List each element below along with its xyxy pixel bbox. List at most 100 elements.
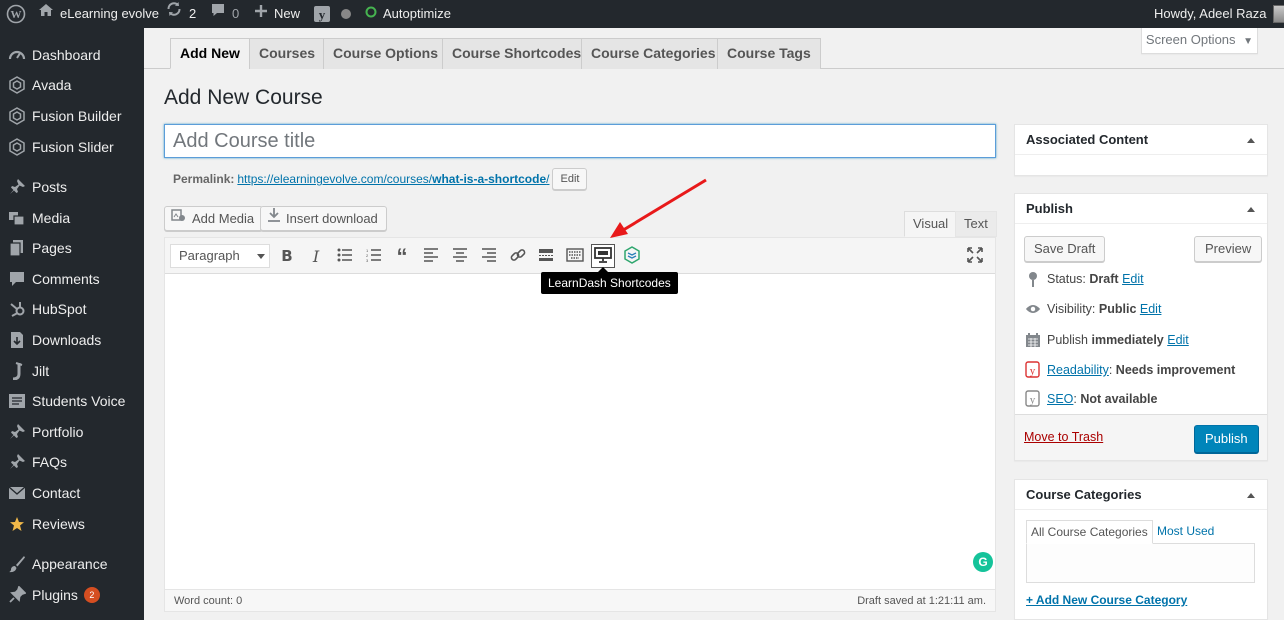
readability-link[interactable]: Readability xyxy=(1047,363,1109,377)
tab-courses[interactable]: Courses xyxy=(249,38,326,69)
read-more-button[interactable] xyxy=(534,244,558,268)
tab-all-course-categories[interactable]: All Course Categories xyxy=(1026,520,1153,544)
seo-value: Not available xyxy=(1080,392,1158,406)
align-center-button[interactable] xyxy=(448,244,472,268)
tab-course-shortcodes[interactable]: Course Shortcodes xyxy=(442,38,592,69)
tab-course-categories[interactable]: Course Categories xyxy=(581,38,726,69)
italic-button[interactable]: I xyxy=(304,244,328,268)
bold-button[interactable]: B xyxy=(275,244,299,268)
course-categories-header[interactable]: Course Categories xyxy=(1015,480,1267,510)
sidebar-item-label: Avada xyxy=(32,77,72,93)
tab-course-tags[interactable]: Course Tags xyxy=(717,38,821,69)
insert-link-button[interactable] xyxy=(506,244,530,268)
insert-download-label: Insert download xyxy=(286,211,378,226)
publish-button[interactable]: Publish xyxy=(1194,425,1259,453)
fullscreen-button[interactable] xyxy=(963,244,987,268)
save-draft-button[interactable]: Save Draft xyxy=(1024,236,1106,262)
blockquote-button[interactable]: “ xyxy=(390,244,414,268)
align-right-icon xyxy=(481,247,497,265)
status-row: Status: Draft Edit xyxy=(1025,271,1144,287)
site-name-link[interactable]: eLearning evolve xyxy=(38,0,159,28)
sidebar-item-posts[interactable]: Posts xyxy=(0,172,144,202)
tab-text[interactable]: Text xyxy=(955,211,997,237)
updates-link[interactable]: 2 xyxy=(165,0,196,28)
collapse-toggle-icon[interactable] xyxy=(1247,207,1255,212)
sidebar-item-reviews[interactable]: Reviews xyxy=(0,509,144,539)
align-left-button[interactable] xyxy=(419,244,443,268)
layers-button[interactable] xyxy=(620,244,644,268)
tab-visual[interactable]: Visual xyxy=(904,211,958,237)
bullet-list-icon xyxy=(337,248,353,265)
readability-value: Needs improvement xyxy=(1115,363,1236,377)
associated-content-header[interactable]: Associated Content xyxy=(1015,125,1267,155)
sidebar-item-fusion-slider[interactable]: Fusion Slider xyxy=(0,132,144,162)
sidebar-item-pages[interactable]: Pages xyxy=(0,233,144,263)
home-icon xyxy=(38,0,54,28)
screen-options-button[interactable]: Screen Options ▼ xyxy=(1141,28,1258,54)
permalink-edit-button[interactable]: Edit xyxy=(552,168,588,190)
sidebar-item-jilt[interactable]: Jilt xyxy=(0,356,144,386)
schedule-edit-link[interactable]: Edit xyxy=(1167,333,1189,347)
updates-icon xyxy=(165,0,183,28)
sidebar-item-appearance[interactable]: Appearance xyxy=(0,549,144,579)
tab-course-options[interactable]: Course Options xyxy=(323,38,449,69)
sidebar-item-hubspot[interactable]: HubSpot xyxy=(0,294,144,324)
sidebar-item-plugins[interactable]: Plugins 2 xyxy=(0,580,144,610)
permalink-label: Permalink: xyxy=(173,172,235,186)
move-to-trash-link[interactable]: Move to Trash xyxy=(1024,430,1103,444)
sidebar-item-label: Fusion Slider xyxy=(32,139,114,155)
tab-most-used[interactable]: Most Used xyxy=(1157,520,1214,544)
publish-header[interactable]: Publish xyxy=(1015,194,1267,224)
editor-content-area[interactable] xyxy=(165,274,995,589)
add-media-button[interactable]: Add Media xyxy=(164,206,264,231)
new-label: New xyxy=(274,6,301,21)
howdy-text: Howdy, Adeel Raza xyxy=(1154,6,1267,21)
draft-saved-status: Draft saved at 1:21:11 am. xyxy=(857,595,986,607)
sidebar-item-comments[interactable]: Comments xyxy=(0,264,144,294)
insert-download-button[interactable]: Insert download xyxy=(260,206,387,231)
status-edit-link[interactable]: Edit xyxy=(1122,272,1144,286)
svg-text:y: y xyxy=(1030,365,1036,377)
add-new-course-category-link[interactable]: + Add New Course Category xyxy=(1026,593,1187,607)
svg-text:3: 3 xyxy=(366,258,369,262)
permalink-link[interactable]: https://elearningevolve.com/courses/what… xyxy=(237,172,549,186)
updates-count: 2 xyxy=(189,6,197,21)
sidebar-item-avada[interactable]: Avada xyxy=(0,70,144,100)
visibility-edit-link[interactable]: Edit xyxy=(1140,302,1162,316)
tab-add-new[interactable]: Add New xyxy=(170,38,250,69)
sidebar-item-label: Portfolio xyxy=(32,424,84,440)
sidebar-item-faqs[interactable]: FAQs xyxy=(0,447,144,477)
collapse-toggle-icon[interactable] xyxy=(1247,493,1255,498)
sidebar-item-dashboard[interactable]: Dashboard xyxy=(0,40,144,70)
bullet-list-button[interactable] xyxy=(333,244,357,268)
sidebar-item-media[interactable]: Media xyxy=(0,203,144,233)
preview-button[interactable]: Preview xyxy=(1194,236,1263,262)
wordpress-logo-icon[interactable]: W xyxy=(6,0,26,28)
sidebar-item-contact[interactable]: Contact xyxy=(0,478,144,508)
sidebar-item-label: FAQs xyxy=(32,454,68,470)
paragraph-format-select[interactable]: Paragraph xyxy=(170,244,270,268)
sidebar-item-portfolio[interactable]: Portfolio xyxy=(0,417,144,447)
sidebar-item-label: Posts xyxy=(32,179,68,195)
course-title-input[interactable] xyxy=(164,124,996,158)
yoast-seo-icon[interactable]: y xyxy=(313,0,331,28)
categories-checklist xyxy=(1026,543,1255,583)
learndash-shortcodes-button[interactable] xyxy=(591,244,615,268)
sidebar-item-students-voice[interactable]: Students Voice xyxy=(0,386,144,416)
numbered-list-button[interactable]: 123 xyxy=(362,244,386,268)
eye-icon xyxy=(1025,301,1041,317)
comments-link[interactable]: 0 xyxy=(210,0,239,28)
sidebar-item-label: Comments xyxy=(32,271,100,287)
toolbar-toggle-button[interactable] xyxy=(563,244,587,268)
grammarly-icon[interactable]: G xyxy=(973,552,993,572)
layers-icon xyxy=(623,245,641,267)
align-right-button[interactable] xyxy=(477,244,501,268)
seo-row: y SEO: Not available xyxy=(1025,390,1158,407)
sidebar-item-fusion-builder[interactable]: Fusion Builder xyxy=(0,101,144,131)
collapse-toggle-icon[interactable] xyxy=(1247,138,1255,143)
new-content-link[interactable]: New xyxy=(254,0,300,28)
my-account-link[interactable]: Howdy, Adeel Raza xyxy=(1154,0,1284,28)
autoptimize-link[interactable]: Autoptimize xyxy=(365,0,451,28)
seo-link[interactable]: SEO xyxy=(1047,392,1073,406)
sidebar-item-downloads[interactable]: Downloads xyxy=(0,325,144,355)
